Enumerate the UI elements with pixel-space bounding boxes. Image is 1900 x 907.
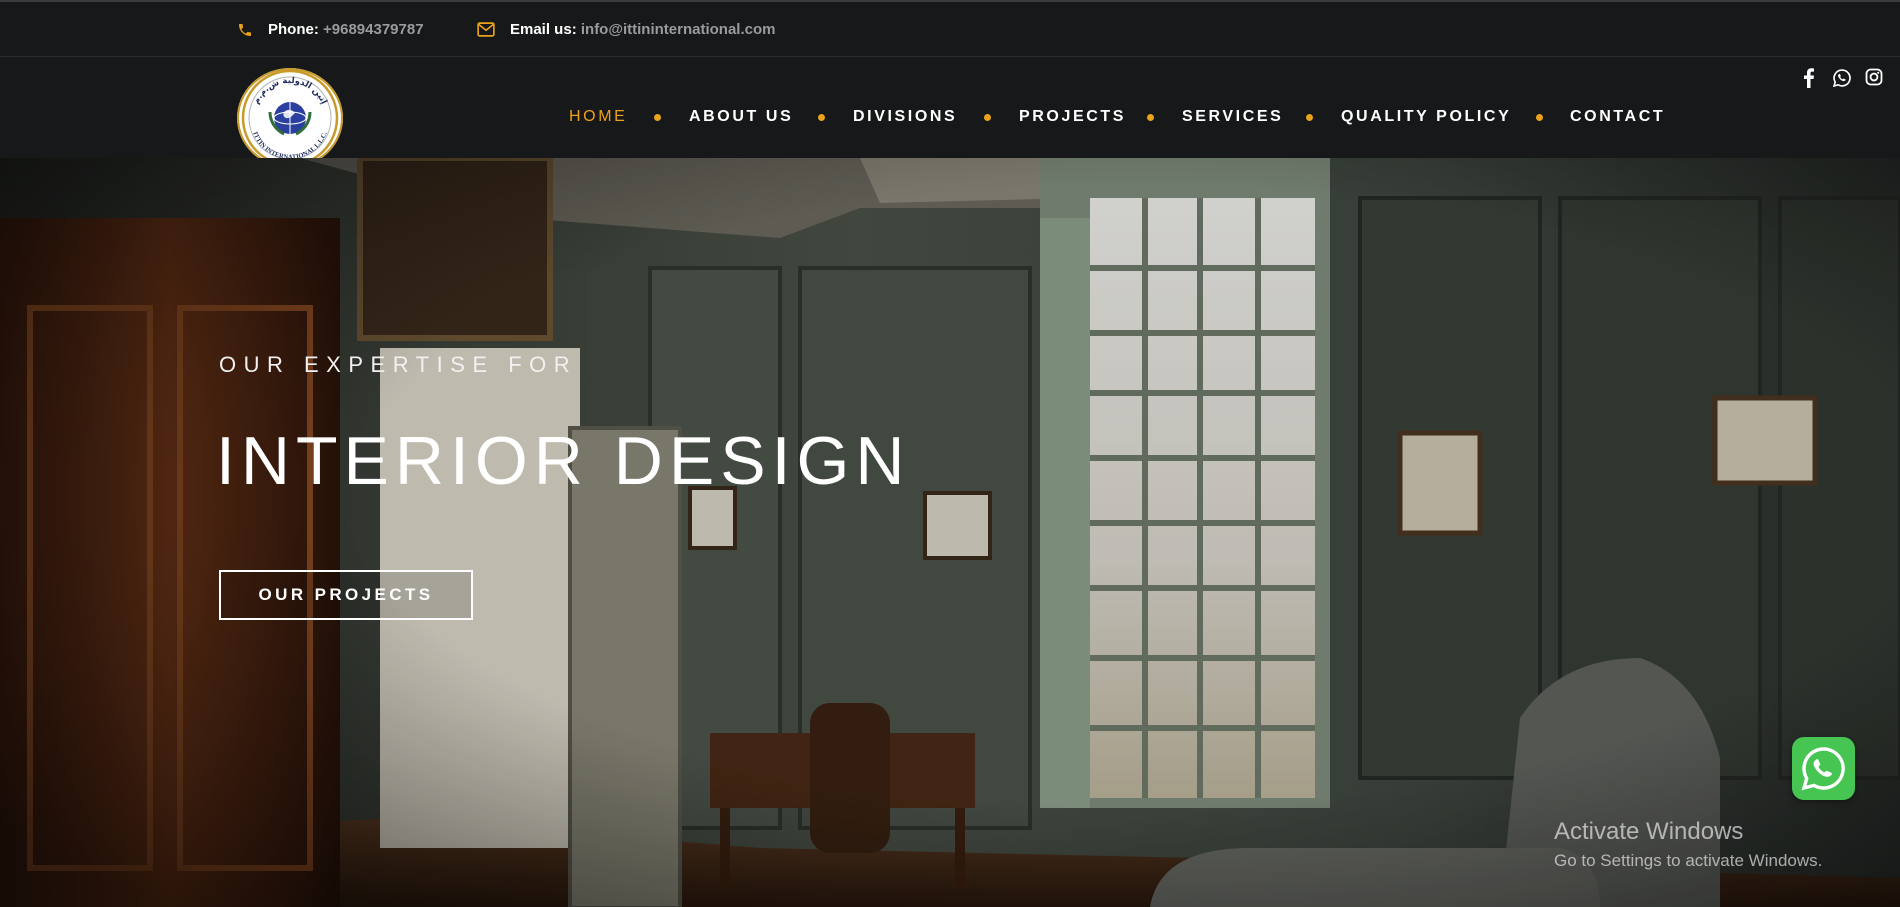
phone-icon bbox=[237, 22, 253, 43]
nav-separator-dot bbox=[1536, 114, 1543, 121]
hero-slider bbox=[0, 158, 1900, 907]
nav-separator-dot bbox=[818, 114, 825, 121]
nav-separator-dot bbox=[1147, 114, 1154, 121]
phone-contact[interactable]: Phone: +96894379787 bbox=[268, 21, 424, 38]
activation-title: Activate Windows bbox=[1554, 818, 1744, 845]
email-label: Email us: bbox=[510, 21, 577, 38]
windows-activation-watermark: Activate Windows Go to Settings to activ… bbox=[1554, 818, 1822, 871]
instagram-icon[interactable] bbox=[1865, 68, 1883, 91]
nav-services[interactable]: SERVICES bbox=[1182, 108, 1283, 126]
nav-separator-dot bbox=[984, 114, 991, 121]
nav-projects[interactable]: PROJECTS bbox=[1019, 108, 1126, 126]
nav-divisions[interactable]: DIVISIONS bbox=[853, 108, 957, 126]
whatsapp-chat-button[interactable] bbox=[1792, 737, 1855, 800]
our-projects-button[interactable]: OUR PROJECTS bbox=[219, 570, 473, 620]
nav-about-us[interactable]: ABOUT US bbox=[689, 108, 793, 126]
phone-value[interactable]: +96894379787 bbox=[323, 21, 424, 38]
email-contact[interactable]: Email us: info@ittininternational.com bbox=[510, 21, 775, 38]
hero-kicker: OUR EXPERTISE FOR bbox=[219, 352, 578, 377]
phone-label: Phone: bbox=[268, 21, 319, 38]
hero-headline: INTERIOR DESIGN bbox=[216, 423, 911, 499]
nav-quality-policy[interactable]: QUALITY POLICY bbox=[1341, 108, 1511, 126]
email-value[interactable]: info@ittininternational.com bbox=[581, 21, 776, 38]
nav-separator-dot bbox=[1306, 114, 1313, 121]
facebook-icon[interactable] bbox=[1802, 68, 1816, 93]
whatsapp-icon[interactable] bbox=[1832, 68, 1852, 93]
site-logo[interactable]: إتين الدولية ش.م.م ITTIN INTERNATIONAL L… bbox=[237, 68, 343, 168]
hero-background-image bbox=[0, 158, 1900, 907]
whatsapp-icon bbox=[1801, 747, 1845, 791]
nav-home[interactable]: HOME bbox=[569, 108, 627, 126]
activation-subtitle: Go to Settings to activate Windows. bbox=[1554, 851, 1823, 870]
top-info-bar: Phone: +96894379787 Email us: info@ittin… bbox=[0, 0, 1900, 57]
nav-separator-dot bbox=[654, 114, 661, 121]
envelope-icon bbox=[477, 22, 495, 42]
nav-contact[interactable]: CONTACT bbox=[1570, 108, 1665, 126]
